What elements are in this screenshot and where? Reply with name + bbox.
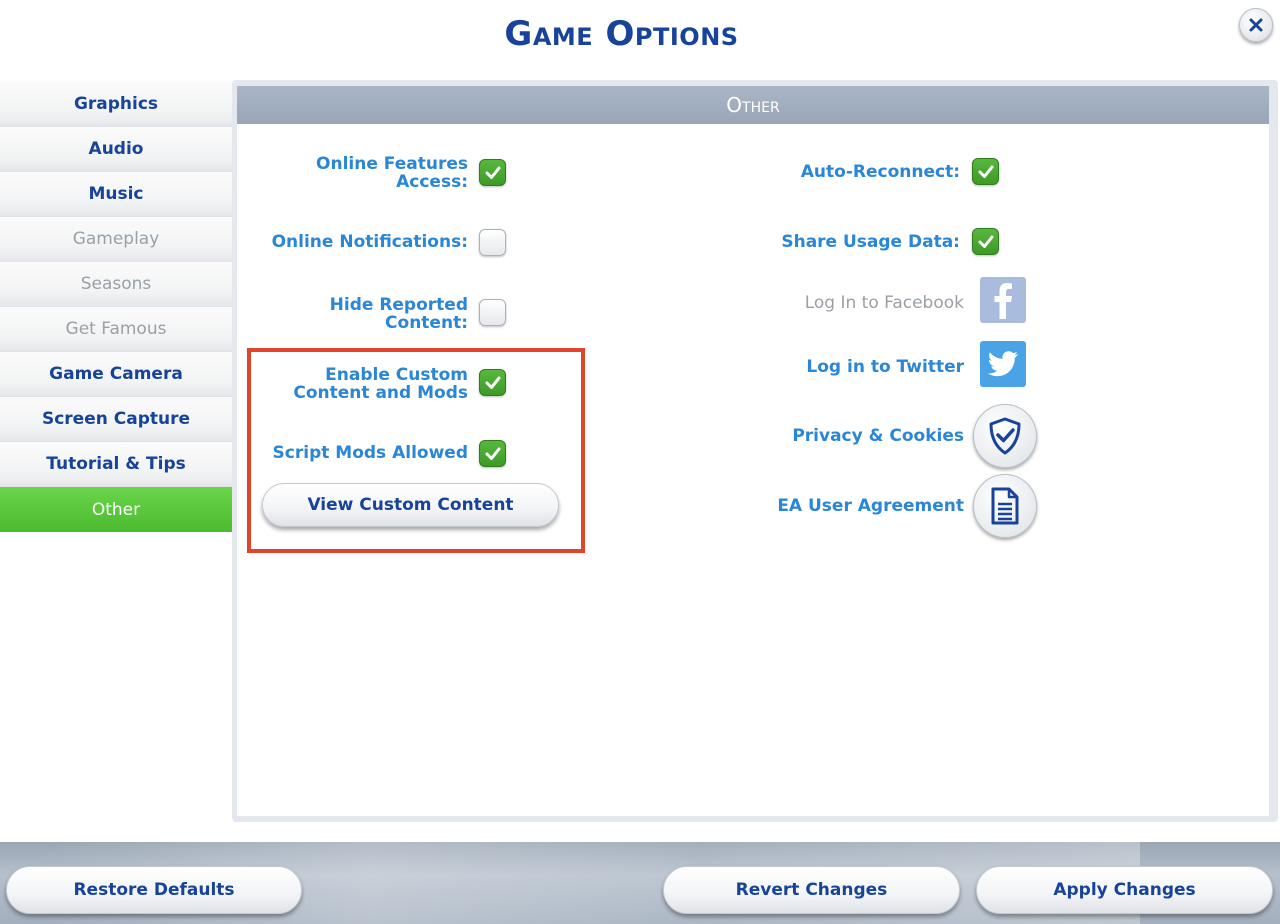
checkmark-icon — [978, 165, 993, 178]
checkmark-icon — [485, 166, 500, 179]
sidebar-item-tutorial-tips[interactable]: Tutorial & Tips — [0, 442, 232, 487]
facebook-button — [980, 277, 1026, 323]
view-custom-content-button[interactable]: View Custom Content — [262, 483, 559, 527]
checkmark-icon — [485, 376, 500, 389]
script-mods-checkbox[interactable] — [479, 440, 506, 467]
facebook-login-label: Log In to Facebook — [804, 293, 964, 313]
privacy-cookies-button[interactable] — [973, 404, 1037, 468]
ea-user-agreement-label: EA User Agreement — [777, 496, 964, 516]
online-notifications-label: Online Notifications: — [271, 232, 468, 252]
sidebar-item-gameplay: Gameplay — [0, 217, 232, 262]
sidebar-item-screen-capture[interactable]: Screen Capture — [0, 397, 232, 442]
twitter-icon — [987, 351, 1018, 377]
share-usage-data-label: Share Usage Data: — [781, 232, 960, 252]
sidebar-item-game-camera[interactable]: Game Camera — [0, 352, 232, 397]
sidebar: Graphics Audio Music Gameplay Seasons Ge… — [0, 82, 232, 532]
privacy-cookies-label: Privacy & Cookies — [792, 426, 964, 446]
close-button[interactable] — [1239, 8, 1273, 42]
shield-check-icon — [989, 417, 1021, 455]
online-notifications-checkbox[interactable] — [479, 229, 506, 256]
checkmark-icon — [485, 447, 500, 460]
sidebar-item-audio[interactable]: Audio — [0, 127, 232, 172]
script-mods-label: Script Mods Allowed — [272, 443, 468, 463]
share-usage-data-checkbox[interactable] — [972, 228, 999, 255]
enable-custom-content-checkbox[interactable] — [479, 369, 506, 396]
window-title: Game Options — [504, 14, 739, 54]
sidebar-item-seasons: Seasons — [0, 262, 232, 307]
ea-user-agreement-button[interactable] — [973, 474, 1037, 538]
revert-changes-button[interactable]: Revert Changes — [663, 866, 960, 914]
sidebar-item-get-famous: Get Famous — [0, 307, 232, 352]
facebook-icon — [994, 283, 1012, 319]
sidebar-item-music[interactable]: Music — [0, 172, 232, 217]
apply-changes-button[interactable]: Apply Changes — [976, 866, 1273, 914]
checkmark-icon — [978, 235, 993, 248]
hide-reported-label: Hide Reported Content: — [329, 295, 468, 333]
auto-reconnect-label: Auto-Reconnect: — [800, 162, 960, 182]
restore-defaults-button[interactable]: Restore Defaults — [6, 866, 302, 914]
auto-reconnect-checkbox[interactable] — [972, 158, 999, 185]
close-icon — [1249, 18, 1263, 32]
enable-custom-content-label: Enable Custom Content and Mods — [293, 365, 468, 403]
sidebar-item-other[interactable]: Other — [0, 487, 232, 532]
panel-header: Other — [237, 86, 1269, 124]
document-icon — [991, 487, 1019, 525]
online-features-checkbox[interactable] — [479, 159, 506, 186]
hide-reported-checkbox[interactable] — [479, 299, 506, 326]
sidebar-item-graphics[interactable]: Graphics — [0, 82, 232, 127]
twitter-button[interactable] — [980, 341, 1026, 387]
twitter-login-label: Log in to Twitter — [806, 357, 964, 377]
online-features-label: Online Features Access: — [316, 154, 468, 192]
